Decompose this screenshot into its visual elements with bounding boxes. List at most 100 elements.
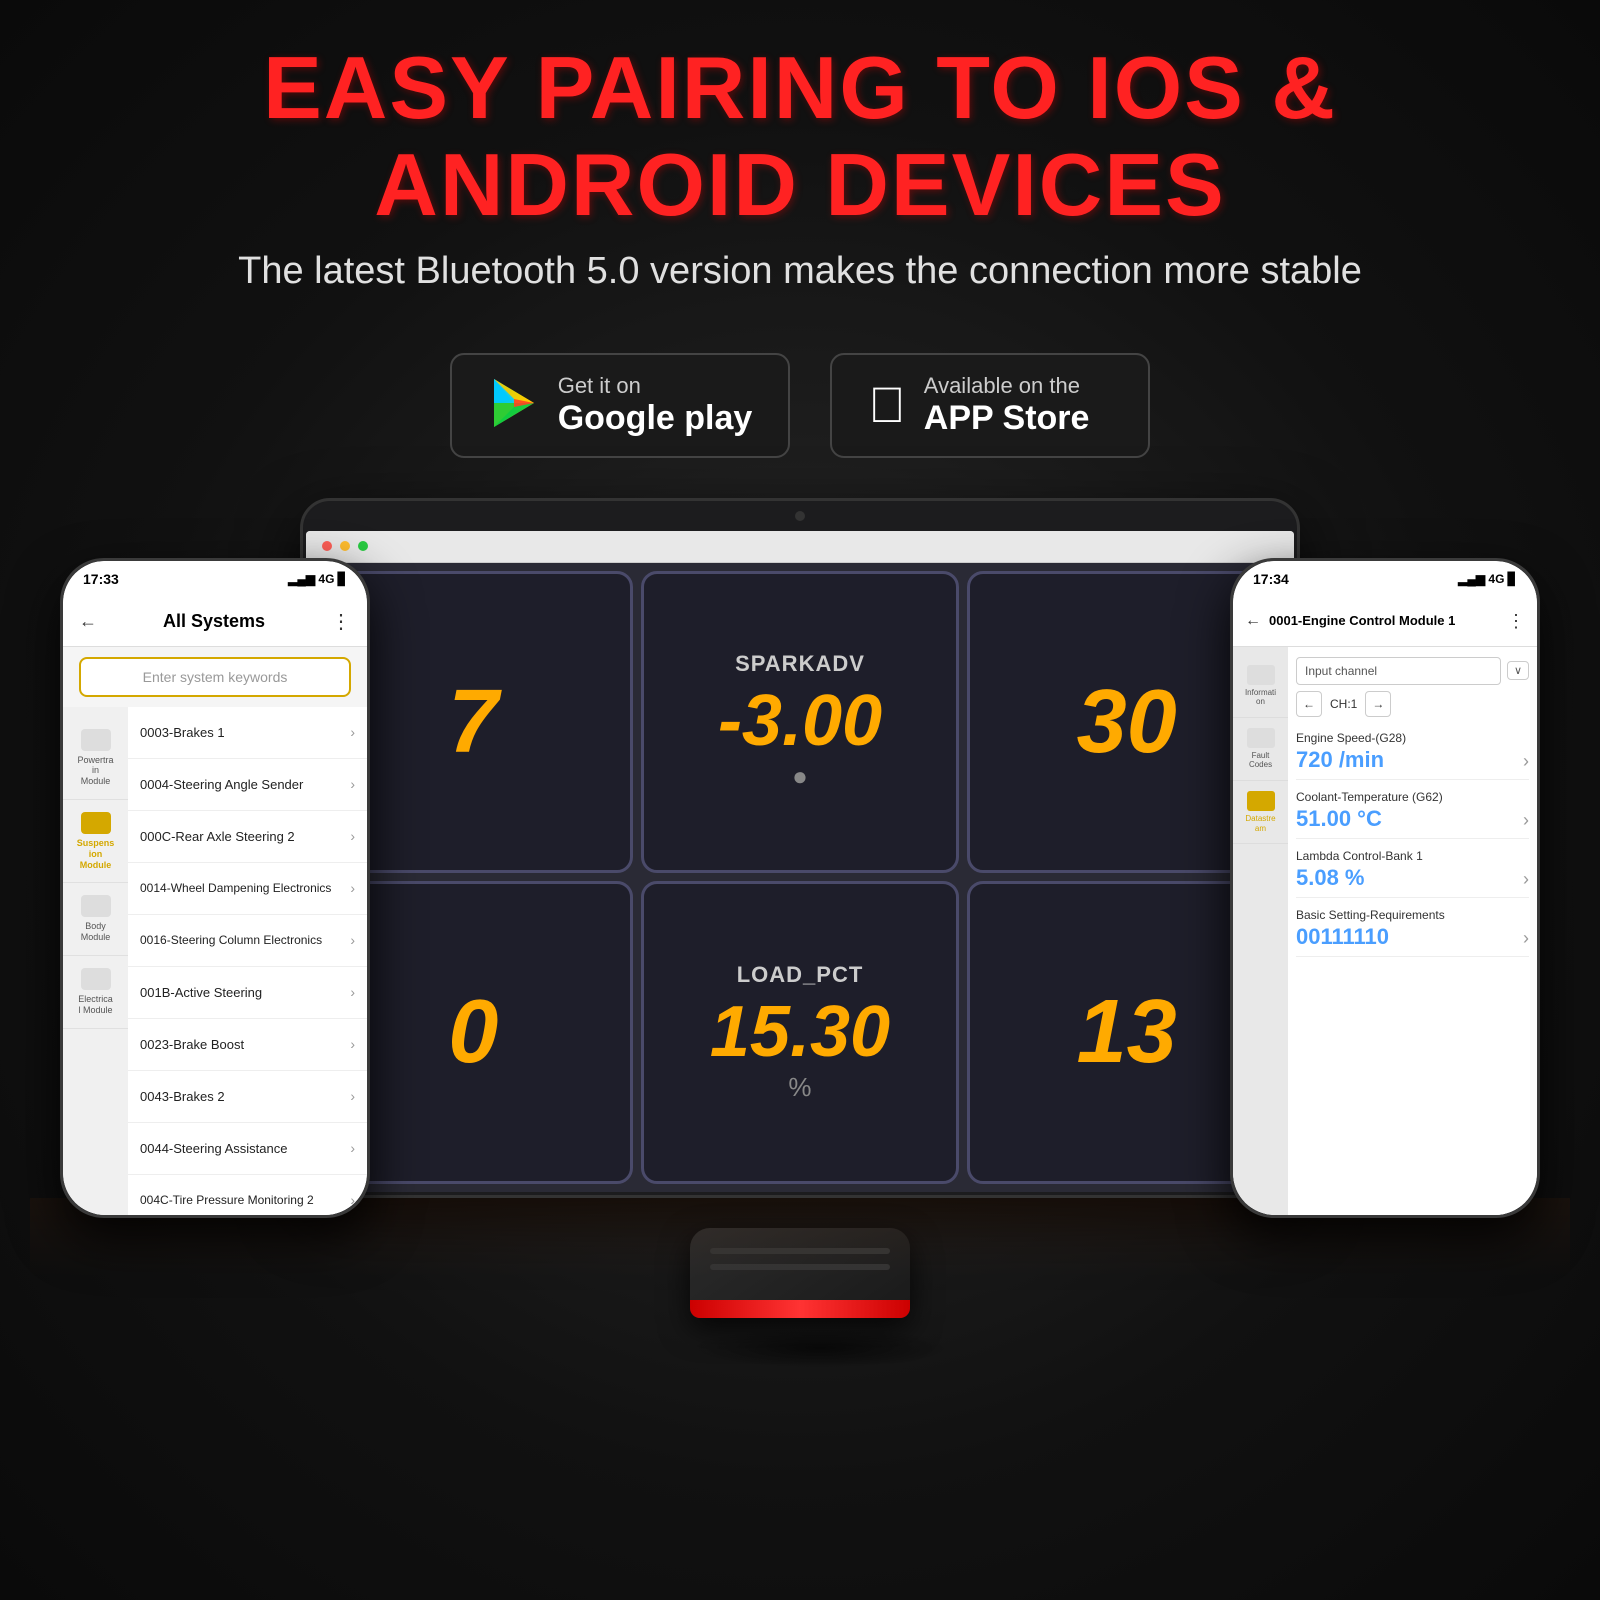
floor-reflection [30,1198,1570,1398]
dropdown-arrow-icon[interactable]: ∨ [1507,661,1529,680]
content-wrapper: EASY PAIRING TO IOS & ANDROID DEVICES Th… [0,0,1600,1600]
sidebar-item-powertrain[interactable]: PowertrainModule [63,717,128,800]
basic-setting-chevron[interactable]: › [1523,928,1529,949]
sidebar-item-body[interactable]: BodyModule [63,883,128,956]
app-store-text: Available on the APP Store [924,373,1090,438]
list-item-004c[interactable]: 004C-Tire Pressure Monitoring 2 › [128,1175,367,1215]
phone-left-time: 17:33 [83,571,119,587]
chevron-icon: › [350,828,355,844]
gauge-value-6: 13 [1077,987,1177,1077]
google-play-label-small: Get it on [558,373,753,399]
right-sidebar-info[interactable]: Information [1233,655,1288,718]
chevron-icon: › [350,984,355,1000]
list-item-0023[interactable]: 0023-Brake Boost › [128,1019,367,1071]
right-sidebar-datastream[interactable]: Datastream [1233,781,1288,844]
phone-left-nav-bar: ← All Systems ⋮ [63,597,367,647]
tablet-screen: 7 SPARKADV -3.00 ● 30 0 LOAD_ [306,531,1294,1192]
right-back-icon[interactable]: ← [1245,612,1261,630]
right-sidebar-fault[interactable]: FaultCodes [1233,718,1288,781]
phone-left-nav-title: All Systems [97,611,331,632]
gauge-value-sparkadv: -3.00 [718,685,882,757]
tablet-top-bar [303,501,1297,531]
chevron-icon: › [350,1088,355,1104]
list-item-000c[interactable]: 000C-Rear Axle Steering 2 › [128,811,367,863]
chevron-icon: › [350,880,355,896]
gauge-label-load: LOAD_PCT [737,962,864,988]
phone-left-list: 0003-Brakes 1 › 0004-Steering Angle Send… [128,707,367,1215]
phone-right-nav-bar: ← 0001-Engine Control Module 1 ⋮ [1233,597,1537,647]
chevron-icon: › [350,1140,355,1156]
gauge-card-load: LOAD_PCT 15.30 % [641,881,960,1184]
google-play-icon [488,377,540,434]
phone-left-menu: PowertrainModule SuspensionModule BodyMo… [63,707,367,1215]
list-item-0043[interactable]: 0043-Brakes 2 › [128,1071,367,1123]
phone-left-signal: ▂▄▆ 4G ▊ [288,572,347,586]
phone-left: 17:33 ▂▄▆ 4G ▊ ← All Systems ⋮ Enter sys… [60,558,370,1218]
tablet-camera [795,511,805,521]
store-buttons: Get it on Google play  Available on the… [450,353,1151,458]
phone-right-screen: 17:34 ▂▄▆ 4G ▊ ← 0001-Engine Control Mod… [1233,561,1537,1215]
subtitle: The latest Bluetooth 5.0 version makes t… [60,250,1540,293]
google-play-button[interactable]: Get it on Google play [450,353,791,458]
phone-right-data-panel: Input channel ∨ ← CH:1 → Engine Speed-(G… [1288,647,1537,1215]
google-play-label-big: Google play [558,399,753,438]
phone-right-nav-title: 0001-Engine Control Module 1 [1269,613,1499,629]
header: EASY PAIRING TO IOS & ANDROID DEVICES Th… [0,0,1600,313]
list-item-0014[interactable]: 0014-Wheel Dampening Electronics › [128,863,367,915]
engine-speed-value: 720 /min [1296,747,1529,773]
app-store-button[interactable]:  Available on the APP Store [830,353,1150,458]
input-channel-label: Input channel [1305,664,1377,678]
apple-icon:  [868,380,906,430]
data-item-engine-speed: Engine Speed-(G28) 720 /min › [1296,725,1529,780]
sidebar-item-suspension[interactable]: SuspensionModule [63,800,128,883]
main-title: EASY PAIRING TO IOS & ANDROID DEVICES [60,40,1540,234]
gauge-card-sparkadv: SPARKADV -3.00 ● [641,571,960,874]
sidebar-item-electrical[interactable]: Electrical Module [63,956,128,1029]
phone-right-signal: ▂▄▆ 4G ▊ [1458,572,1517,586]
channel-prev-btn[interactable]: ← [1296,691,1322,717]
channel-next-btn[interactable]: → [1365,691,1391,717]
back-arrow-icon[interactable]: ← [79,611,97,632]
tablet-grid: 7 SPARKADV -3.00 ● 30 0 LOAD_ [306,563,1294,1192]
gauge-unit-sparkadv: ● [792,761,808,792]
datastream-icon [1247,791,1275,811]
chevron-icon: › [350,724,355,740]
data-item-lambda: Lambda Control-Bank 1 5.08 % › [1296,843,1529,898]
basic-setting-label: Basic Setting-Requirements [1296,908,1529,922]
list-item-0016[interactable]: 0016-Steering Column Electronics › [128,915,367,967]
list-item-0044[interactable]: 0044-Steering Assistance › [128,1123,367,1175]
app-store-label-small: Available on the [924,373,1090,399]
devices-section: 7 SPARKADV -3.00 ● 30 0 LOAD_ [30,498,1570,1398]
lambda-label: Lambda Control-Bank 1 [1296,849,1529,863]
phone-left-screen: 17:33 ▂▄▆ 4G ▊ ← All Systems ⋮ Enter sys… [63,561,367,1215]
body-icon [81,895,111,917]
list-item-001b[interactable]: 001B-Active Steering › [128,967,367,1019]
tablet-address-bar [306,531,1294,563]
input-channel-box[interactable]: Input channel [1296,657,1501,685]
right-menu-icon[interactable]: ⋮ [1507,611,1525,632]
coolant-chevron[interactable]: › [1523,810,1529,831]
list-item-0003[interactable]: 0003-Brakes 1 › [128,707,367,759]
lambda-chevron[interactable]: › [1523,869,1529,890]
list-item-0004[interactable]: 0004-Steering Angle Sender › [128,759,367,811]
coolant-value: 51.00 °C [1296,806,1529,832]
gauge-value-load: 15.30 [710,996,890,1068]
channel-nav: ← CH:1 → [1296,691,1529,717]
channel-label: CH:1 [1326,697,1361,711]
electrical-icon [81,968,111,990]
lambda-value: 5.08 % [1296,865,1529,891]
phone-right-time: 17:34 [1253,571,1289,587]
chevron-icon: › [350,932,355,948]
engine-speed-chevron[interactable]: › [1523,751,1529,772]
fault-icon [1247,728,1275,748]
phone-right-sidebar: Information FaultCodes Datastream [1233,647,1288,1215]
phone-left-search-box[interactable]: Enter system keywords [79,657,351,697]
data-item-basic-setting: Basic Setting-Requirements 00111110 › [1296,902,1529,957]
menu-icon[interactable]: ⋮ [331,609,351,634]
google-play-text: Get it on Google play [558,373,753,438]
gauge-unit-load: % [788,1072,811,1103]
coolant-label: Coolant-Temperature (G62) [1296,790,1529,804]
gauge-label-sparkadv: SPARKADV [735,651,865,677]
phone-right-status-right: ▂▄▆ 4G ▊ [1458,572,1517,586]
info-icon [1247,665,1275,685]
